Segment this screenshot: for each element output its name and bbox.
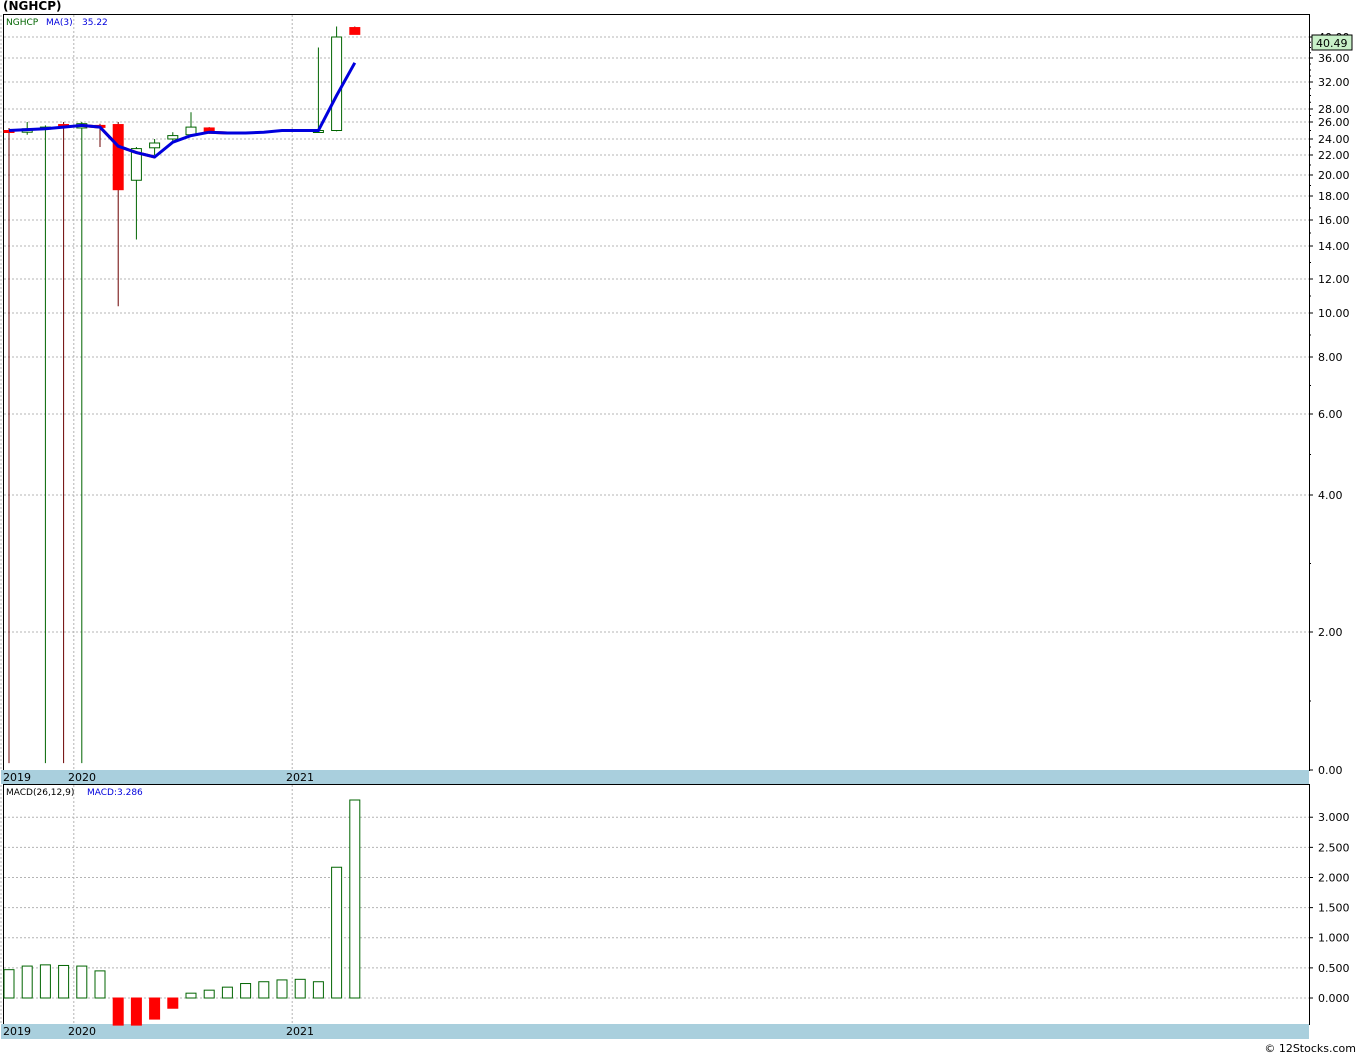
price-tick-label: 14.00 bbox=[1318, 240, 1350, 253]
chart-canvas: 40.0036.0032.0028.0026.0024.0022.0020.00… bbox=[0, 14, 1353, 1039]
candle-body bbox=[149, 142, 161, 149]
macd-tick-label: 1.500 bbox=[1318, 902, 1350, 915]
candle bbox=[331, 26, 343, 132]
price-x-label: 2020 bbox=[68, 771, 96, 784]
macd-bar bbox=[349, 799, 361, 999]
price-tick-label: 20.00 bbox=[1318, 169, 1350, 182]
macd-bar bbox=[258, 981, 270, 999]
candle-body bbox=[112, 124, 124, 191]
macd-tick-label: 1.000 bbox=[1318, 932, 1350, 945]
candle-body bbox=[331, 36, 343, 131]
macd-tick-label: 3.000 bbox=[1318, 811, 1350, 824]
credit-text: © 12Stocks.com bbox=[1264, 1042, 1356, 1055]
macd-bar bbox=[58, 964, 70, 999]
macd-bar bbox=[203, 989, 215, 999]
candle-body bbox=[167, 135, 179, 140]
macd-bar bbox=[130, 997, 142, 1026]
last-price-value: 40.49 bbox=[1316, 37, 1348, 50]
price-tick-label: 32.00 bbox=[1318, 76, 1350, 89]
macd-bar bbox=[312, 981, 324, 999]
macd-tick-label: 2.500 bbox=[1318, 841, 1350, 854]
candle bbox=[349, 26, 361, 35]
price-time-band bbox=[1, 770, 1309, 784]
macd-bar bbox=[221, 986, 233, 999]
price-panel-frame bbox=[3, 14, 1310, 771]
macd-panel-frame bbox=[3, 784, 1310, 1025]
legend-ma-label: MA(3) bbox=[46, 18, 73, 28]
price-panel: 40.0036.0032.0028.0026.0024.0022.0020.00… bbox=[0, 14, 1353, 784]
macd-bar bbox=[185, 992, 197, 999]
macd-bar bbox=[240, 983, 252, 999]
price-tick-label: 12.00 bbox=[1318, 273, 1350, 286]
price-x-label: 2021 bbox=[286, 771, 314, 784]
macd-bar bbox=[294, 978, 306, 999]
macd-bar bbox=[39, 964, 51, 999]
price-x-label: 2019 bbox=[3, 771, 31, 784]
price-tick-label: 0.00 bbox=[1318, 764, 1343, 777]
macd-bar bbox=[276, 979, 288, 999]
legend-symbol: NGHCP bbox=[6, 18, 39, 28]
macd-legend-value: MACD:3.286 bbox=[87, 788, 143, 798]
macd-x-label: 2019 bbox=[3, 1025, 31, 1038]
macd-bar bbox=[76, 965, 88, 999]
macd-tick-label: 2.000 bbox=[1318, 871, 1350, 884]
price-y-axis: 40.0036.0032.0028.0026.0024.0022.0020.00… bbox=[1309, 31, 1350, 777]
macd-time-band bbox=[1, 1024, 1309, 1039]
macd-tick-label: 0.500 bbox=[1318, 962, 1350, 975]
legend-ma-value: 35.22 bbox=[82, 18, 108, 28]
price-tick-label: 10.00 bbox=[1318, 307, 1350, 320]
price-tick-label: 18.00 bbox=[1318, 190, 1350, 203]
price-tick-label: 26.00 bbox=[1318, 116, 1350, 129]
macd-tick-label: 0.000 bbox=[1318, 992, 1350, 1005]
macd-x-label: 2020 bbox=[68, 1025, 96, 1038]
macd-bar bbox=[94, 970, 106, 999]
macd-bar bbox=[149, 997, 161, 1020]
macd-bar bbox=[331, 866, 343, 999]
last-price-badge: 40.49 bbox=[1311, 34, 1353, 51]
macd-x-label: 2021 bbox=[286, 1025, 314, 1038]
price-tick-label: 4.00 bbox=[1318, 489, 1343, 502]
price-tick-label: 6.00 bbox=[1318, 408, 1343, 421]
macd-bar bbox=[167, 997, 179, 1009]
macd-panel: 3.000 2.500 2.000 1.500 1.000 0.500 0.000 2019… bbox=[0, 784, 1350, 1039]
macd-bar bbox=[21, 965, 33, 999]
price-tick-label: 22.00 bbox=[1318, 149, 1350, 162]
price-tick-label: 24.00 bbox=[1318, 133, 1350, 146]
price-tick-label: 16.00 bbox=[1318, 214, 1350, 227]
macd-legend-label: MACD(26,12,9) bbox=[6, 788, 74, 798]
price-tick-label: 8.00 bbox=[1318, 351, 1343, 364]
price-tick-label: 36.00 bbox=[1318, 52, 1350, 65]
macd-bar bbox=[3, 969, 15, 999]
macd-bar bbox=[112, 997, 124, 1026]
price-tick-label: 2.00 bbox=[1318, 626, 1343, 639]
price-tick-label: 28.00 bbox=[1318, 103, 1350, 116]
candle-body bbox=[349, 27, 361, 35]
macd-y-axis: 3.000 2.500 2.000 1.500 1.000 0.500 0.000 bbox=[1309, 811, 1350, 1005]
